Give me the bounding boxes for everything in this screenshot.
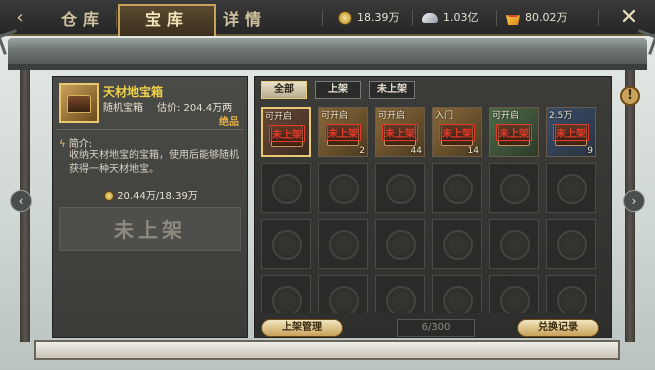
currency-divider xyxy=(322,10,323,26)
empty-slot xyxy=(489,219,539,269)
slot-count: 14 xyxy=(467,146,479,156)
description-body: 收纳天材地宝的宝箱，使用后能够随机获得一种天材地宝。 xyxy=(69,150,239,175)
detail-divider xyxy=(57,129,243,130)
lightning-icon: ϟ xyxy=(59,139,66,150)
filter-all[interactable]: 全部 xyxy=(261,81,307,99)
empty-slot xyxy=(261,219,311,269)
slot-top-label: 可开启 xyxy=(492,111,520,121)
top-bar: ‹ 仓库 宝库 详情 18.39万 1.03亿 80.02万 ✕ xyxy=(0,0,655,36)
empty-slot xyxy=(432,219,482,269)
inventory-slot[interactable]: 可开启未上架 xyxy=(261,107,311,157)
inventory-grid: 可开启 未上架 可开启 未上架 2 可开启 未上架 44 入门 未上架 14 可开启 未上架 2.5万 未上… xyxy=(261,107,607,313)
item-type: 随机宝箱 xyxy=(103,103,143,114)
tab-details[interactable]: 详情 xyxy=(196,6,294,34)
slot-count: 44 xyxy=(410,146,422,156)
currency-divider xyxy=(412,10,413,26)
description-title: ϟ 简介: xyxy=(59,135,92,150)
slot-top-label: 2.5万 xyxy=(549,111,573,121)
value-stat-text: 20.44万/18.39万 xyxy=(117,191,198,202)
empty-slot xyxy=(546,219,596,269)
copper-coin-icon xyxy=(338,11,352,25)
item-price: 估价: 204.4万两 xyxy=(157,103,233,114)
roof-beam xyxy=(8,64,647,70)
currency-gold-value: 80.02万 xyxy=(525,11,568,24)
copper-coin-icon xyxy=(104,191,115,201)
empty-slot xyxy=(489,163,539,213)
slot-count: 9 xyxy=(587,146,593,156)
listing-manage-button[interactable]: 上架管理 xyxy=(261,319,343,337)
currency-divider xyxy=(598,10,599,26)
empty-slot xyxy=(261,163,311,213)
next-arrow-button[interactable]: › xyxy=(623,190,645,212)
currency-copper: 18.39万 xyxy=(338,8,400,28)
inventory-slot[interactable]: 2.5万未上架 9 xyxy=(546,107,596,157)
inventory-slot[interactable]: 可开启未上架 44 xyxy=(375,107,425,157)
help-icon[interactable]: ! xyxy=(620,86,640,106)
empty-slot xyxy=(489,275,539,313)
capacity-indicator: 6/300 xyxy=(397,319,475,337)
empty-slot xyxy=(546,275,596,313)
empty-slot xyxy=(375,163,425,213)
treasure-chest-icon xyxy=(59,83,99,123)
prev-arrow-button[interactable]: ‹ xyxy=(10,190,32,212)
empty-slot xyxy=(432,163,482,213)
slot-top-label: 入门 xyxy=(435,111,454,121)
pavilion-base xyxy=(34,340,620,360)
slot-status-stamp: 未上架 xyxy=(325,124,361,141)
value-stat: 20.44万/18.39万 xyxy=(53,187,249,202)
item-detail-panel: 天材地宝箱 随机宝箱 估价: 204.4万两 绝品 ϟ 简介: 收纳天材地宝的宝… xyxy=(52,76,248,338)
slot-status-stamp: 未上架 xyxy=(269,125,305,142)
inventory-slot[interactable]: 可开启未上架 xyxy=(489,107,539,157)
inventory-slot[interactable]: 入门未上架 14 xyxy=(432,107,482,157)
vault-screen: ‹ 仓库 宝库 详情 18.39万 1.03亿 80.02万 ✕ ‹ › ! 天… xyxy=(0,0,655,370)
item-name: 天材地宝箱 xyxy=(103,85,164,99)
inventory-slot[interactable]: 可开启未上架 2 xyxy=(318,107,368,157)
empty-slot xyxy=(546,163,596,213)
chest-icon xyxy=(67,95,91,113)
empty-slot xyxy=(375,275,425,313)
slot-status-stamp: 未上架 xyxy=(439,124,475,141)
slot-top-label: 可开启 xyxy=(378,111,406,121)
currency-silver-value: 1.03亿 xyxy=(443,11,479,24)
slot-status-stamp: 未上架 xyxy=(382,124,418,141)
empty-slot xyxy=(261,275,311,313)
tab-divider xyxy=(116,10,117,28)
currency-copper-value: 18.39万 xyxy=(357,11,400,24)
empty-slot xyxy=(318,219,368,269)
item-grade: 绝品 xyxy=(219,117,239,128)
slot-top-label: 可开启 xyxy=(321,111,349,121)
inventory-panel: 全部 上架 未上架 可开启 未上架 可开启 未上架 2 可开启 未上架 44 入门 未上架 14 可开… xyxy=(254,76,612,338)
slot-status-stamp: 未上架 xyxy=(496,124,532,141)
currency-divider xyxy=(496,10,497,26)
filter-listed[interactable]: 上架 xyxy=(315,81,361,99)
slot-status-stamp: 未上架 xyxy=(553,124,589,141)
empty-slot xyxy=(432,275,482,313)
empty-slot xyxy=(318,275,368,313)
back-button[interactable]: ‹ xyxy=(6,6,34,30)
slot-top-label: 可开启 xyxy=(265,112,293,122)
exchange-record-button[interactable]: 兑换记录 xyxy=(517,319,599,337)
listing-status: 未上架 xyxy=(59,207,241,251)
currency-gold: 80.02万 xyxy=(506,8,568,28)
slot-count: 2 xyxy=(359,146,365,156)
filter-unlisted[interactable]: 未上架 xyxy=(369,81,415,99)
currency-silver: 1.03亿 xyxy=(422,8,479,28)
empty-slot xyxy=(318,163,368,213)
silver-ingot-icon xyxy=(422,13,438,23)
empty-slot xyxy=(375,219,425,269)
gold-ingot-icon xyxy=(506,15,520,25)
